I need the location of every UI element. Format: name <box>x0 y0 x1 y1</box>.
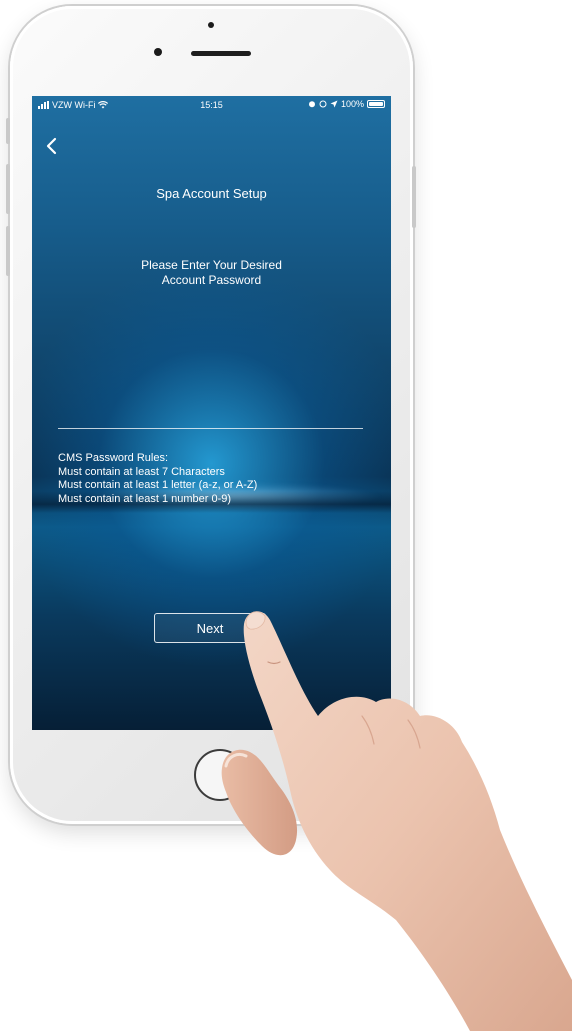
battery-icon <box>367 100 385 108</box>
rule-item: Must contain at least 1 letter (a-z, or … <box>58 479 258 491</box>
password-rules: CMS Password Rules: Must contain at leas… <box>58 452 257 506</box>
alarm-icon <box>308 101 315 108</box>
volume-down-button <box>6 226 10 276</box>
password-input[interactable] <box>58 406 363 429</box>
rotation-lock-icon <box>319 100 327 108</box>
location-icon <box>330 100 338 108</box>
page-title: Spa Account Setup <box>156 186 267 201</box>
volume-up-button <box>6 164 10 214</box>
rule-item: Must contain at least 1 number 0-9) <box>58 492 232 505</box>
status-bar: VZW Wi-Fi 15:15 100% <box>32 96 391 114</box>
home-button[interactable] <box>194 749 246 801</box>
battery-percent: 100% <box>340 99 364 109</box>
app-screen: VZW Wi-Fi 15:15 100% Spa Account Setup P… <box>32 96 391 730</box>
proximity-sensor <box>208 22 214 28</box>
password-prompt: Please Enter Your Desired Account Passwo… <box>92 258 331 288</box>
front-camera <box>154 48 162 56</box>
rule-item: Must contain at least 7 Characters <box>58 465 225 478</box>
back-chevron-icon[interactable] <box>44 136 60 156</box>
status-right: 100% <box>308 99 385 109</box>
prompt-line-1: Please Enter Your Desired <box>141 258 282 272</box>
power-button <box>412 166 416 228</box>
prompt-line-2: Account Password <box>161 273 262 287</box>
mute-switch <box>6 118 10 144</box>
next-button[interactable]: Next <box>154 613 266 643</box>
earpiece-speaker <box>191 51 251 56</box>
rules-heading: CMS Password Rules: <box>58 452 169 464</box>
